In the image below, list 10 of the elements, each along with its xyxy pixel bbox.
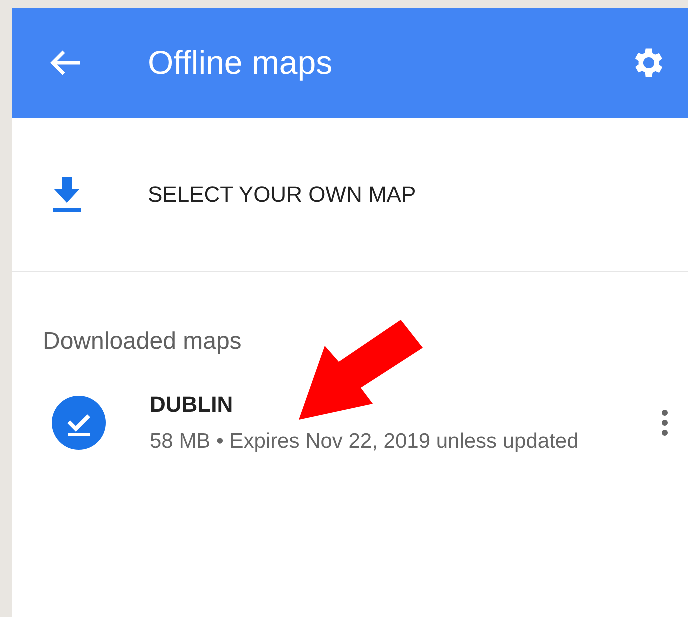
select-map-button[interactable]: SELECT YOUR OWN MAP bbox=[12, 118, 688, 272]
more-icon bbox=[662, 410, 668, 436]
download-icon bbox=[52, 176, 82, 212]
map-name: DUBLIN bbox=[150, 392, 234, 418]
map-details: 58 MB • Expires Nov 22, 2019 unless updated bbox=[150, 430, 580, 454]
back-icon bbox=[50, 49, 82, 77]
section-heading: Downloaded maps bbox=[42, 327, 243, 356]
back-button[interactable] bbox=[50, 49, 82, 77]
more-button[interactable] bbox=[662, 410, 668, 436]
screen-title: Offline maps bbox=[148, 44, 334, 82]
